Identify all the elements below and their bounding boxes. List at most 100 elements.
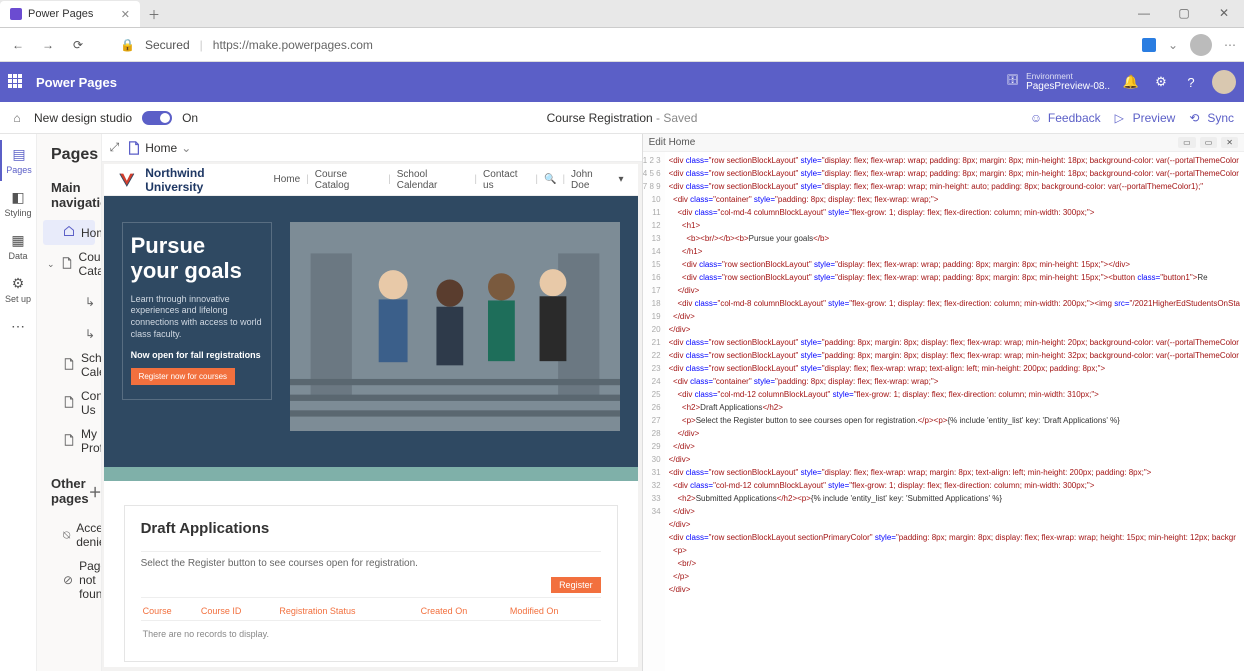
site-brand: Northwind University: [145, 166, 263, 194]
site-nav-calendar[interactable]: School Calendar: [397, 169, 469, 191]
canvas-toolbar: ⤢ Home ⌄: [102, 134, 642, 162]
col-courseid[interactable]: Course ID: [199, 602, 278, 621]
col-created[interactable]: Created On: [419, 602, 508, 621]
nav-item-notfound[interactable]: ⊘ Page not found: [43, 554, 95, 606]
hero-sub: Now open for fall registrations: [131, 350, 263, 360]
page-icon: [63, 358, 75, 373]
site-nav-contact[interactable]: Contact us: [483, 169, 529, 191]
window-close-icon[interactable]: ✕: [1204, 0, 1244, 27]
line-gutter: 1 2 3 4 5 6 7 8 9 10 11 12 13 14 15 16 1…: [643, 152, 665, 671]
window-minimize-icon[interactable]: —: [1124, 0, 1164, 27]
other-pages-label: Other pages: [51, 476, 89, 506]
styling-icon: ◧: [0, 189, 36, 206]
add-other-page-button[interactable]: ＋: [89, 482, 102, 501]
applications-table: Course Course ID Registration Status Cre…: [141, 602, 601, 647]
notfound-icon: ⊘: [63, 573, 73, 587]
page-icon: [63, 396, 75, 411]
preview-button[interactable]: ▷Preview: [1115, 111, 1176, 125]
nav-item-contact[interactable]: Contact Us: [43, 384, 95, 422]
draft-subtitle: Select the Register button to see course…: [141, 551, 601, 569]
refresh-button[interactable]: ⟳: [68, 38, 88, 52]
design-canvas[interactable]: Northwind University Home| Course Catalo…: [104, 164, 638, 667]
studio-toggle[interactable]: [142, 111, 172, 125]
environment-picker[interactable]: 🗄 Environment PagesPreview-08..: [1006, 71, 1110, 93]
col-status[interactable]: Registration Status: [277, 602, 418, 621]
new-tab-button[interactable]: ＋: [140, 1, 168, 27]
code-close-icon[interactable]: ✕: [1221, 137, 1238, 148]
page-icon: [61, 257, 73, 272]
nav-item-cs[interactable]: ↳ Computer Science: [43, 283, 95, 321]
nav-item-catalog[interactable]: ⌄ Course Catalog: [43, 245, 95, 283]
feedback-icon: ☺: [1030, 111, 1044, 125]
rail-data[interactable]: ▦Data: [0, 226, 36, 267]
col-course[interactable]: Course: [141, 602, 199, 621]
rail-pages[interactable]: ▤Pages: [0, 140, 36, 181]
register-button[interactable]: Register: [551, 577, 601, 593]
draft-applications-section: Draft Applications Select the Register b…: [124, 505, 618, 662]
divider-bar: [104, 467, 638, 481]
nav-item-schedule[interactable]: School Calendar: [43, 346, 95, 384]
draft-title: Draft Applications: [141, 520, 601, 537]
studio-label: New design studio: [34, 111, 132, 125]
hero-section: Pursueyour goals Learn through innovativ…: [104, 196, 638, 467]
rail-styling[interactable]: ◧Styling: [0, 183, 36, 224]
site-nav-catalog[interactable]: Course Catalog: [315, 169, 382, 191]
nav-item-denied[interactable]: ⍉ Access denied: [43, 516, 95, 554]
resize-icon[interactable]: ⤢: [110, 140, 120, 155]
chevron-down-icon[interactable]: ⌄: [1168, 38, 1178, 52]
url-text[interactable]: https://make.powerpages.com: [213, 38, 1132, 52]
design-toolbar: ⌂ New design studio On Course Registrati…: [0, 102, 1244, 134]
environment-name: PagesPreview-08..: [1026, 81, 1110, 92]
site-nav-user[interactable]: John Doe: [571, 169, 613, 191]
user-avatar[interactable]: [1212, 70, 1236, 94]
hero-image: [290, 222, 620, 431]
settings-icon[interactable]: ⚙: [1152, 74, 1170, 90]
help-icon[interactable]: ?: [1182, 75, 1200, 90]
register-cta-button[interactable]: Register now for courses: [131, 368, 235, 385]
toggle-state: On: [182, 111, 198, 125]
forward-button[interactable]: →: [38, 38, 58, 52]
code-tab-b[interactable]: ▭: [1200, 137, 1218, 148]
empty-row: There are no records to display.: [141, 621, 601, 648]
home-icon[interactable]: ⌂: [10, 111, 24, 125]
back-button[interactable]: ←: [8, 38, 28, 52]
home-page-icon: [63, 225, 75, 240]
browser-tab[interactable]: Power Pages ✕: [0, 1, 140, 27]
browser-profile-avatar[interactable]: [1190, 34, 1212, 56]
app-launcher-icon[interactable]: [8, 74, 24, 90]
product-title: Power Pages: [36, 75, 117, 90]
code-title: Edit Home: [649, 137, 696, 148]
panel-title: Pages: [51, 146, 87, 164]
canvas-breadcrumb[interactable]: Home ⌄: [127, 141, 191, 155]
page-icon: [63, 434, 75, 449]
code-tab-a[interactable]: ▭: [1178, 137, 1196, 148]
more-icon[interactable]: ⋯: [1224, 38, 1236, 52]
notifications-icon[interactable]: 🔔: [1122, 74, 1140, 90]
close-tab-icon[interactable]: ✕: [121, 8, 130, 21]
extension-icon[interactable]: [1142, 38, 1156, 52]
chevron-down-icon: ▾: [619, 174, 624, 185]
setup-icon: ⚙: [0, 275, 36, 292]
lock-icon: 🔒: [120, 38, 135, 52]
nav-item-art[interactable]: ↳ Art: [43, 321, 95, 346]
browser-address-bar: ← → ⟳ 🔒 Secured | https://make.powerpage…: [0, 28, 1244, 62]
page-crumb-icon: [127, 141, 141, 155]
code-content[interactable]: <div class="row sectionBlockLayout" styl…: [665, 152, 1244, 671]
chevron-down-icon[interactable]: ⌄: [47, 259, 55, 270]
feedback-button[interactable]: ☺Feedback: [1030, 111, 1101, 125]
code-editor[interactable]: 1 2 3 4 5 6 7 8 9 10 11 12 13 14 15 16 1…: [643, 152, 1244, 671]
search-icon[interactable]: 🔍: [544, 174, 556, 185]
app-header: Power Pages 🗄 Environment PagesPreview-0…: [0, 62, 1244, 102]
site-nav-home[interactable]: Home: [273, 174, 300, 185]
nav-item-profile[interactable]: My Profile: [43, 422, 95, 460]
denied-icon: ⍉: [63, 528, 70, 543]
window-maximize-icon[interactable]: ▢: [1164, 0, 1204, 27]
rail-setup[interactable]: ⚙Set up: [0, 269, 36, 310]
rail-more[interactable]: ⋯: [0, 312, 36, 343]
environment-icon: 🗄: [1006, 75, 1020, 89]
tab-title: Power Pages: [28, 8, 93, 20]
col-modified[interactable]: Modified On: [508, 602, 601, 621]
main-nav-label: Main navigation: [51, 180, 102, 210]
sync-button[interactable]: ⟲Sync: [1189, 111, 1234, 125]
nav-item-home[interactable]: Home: [43, 220, 95, 245]
